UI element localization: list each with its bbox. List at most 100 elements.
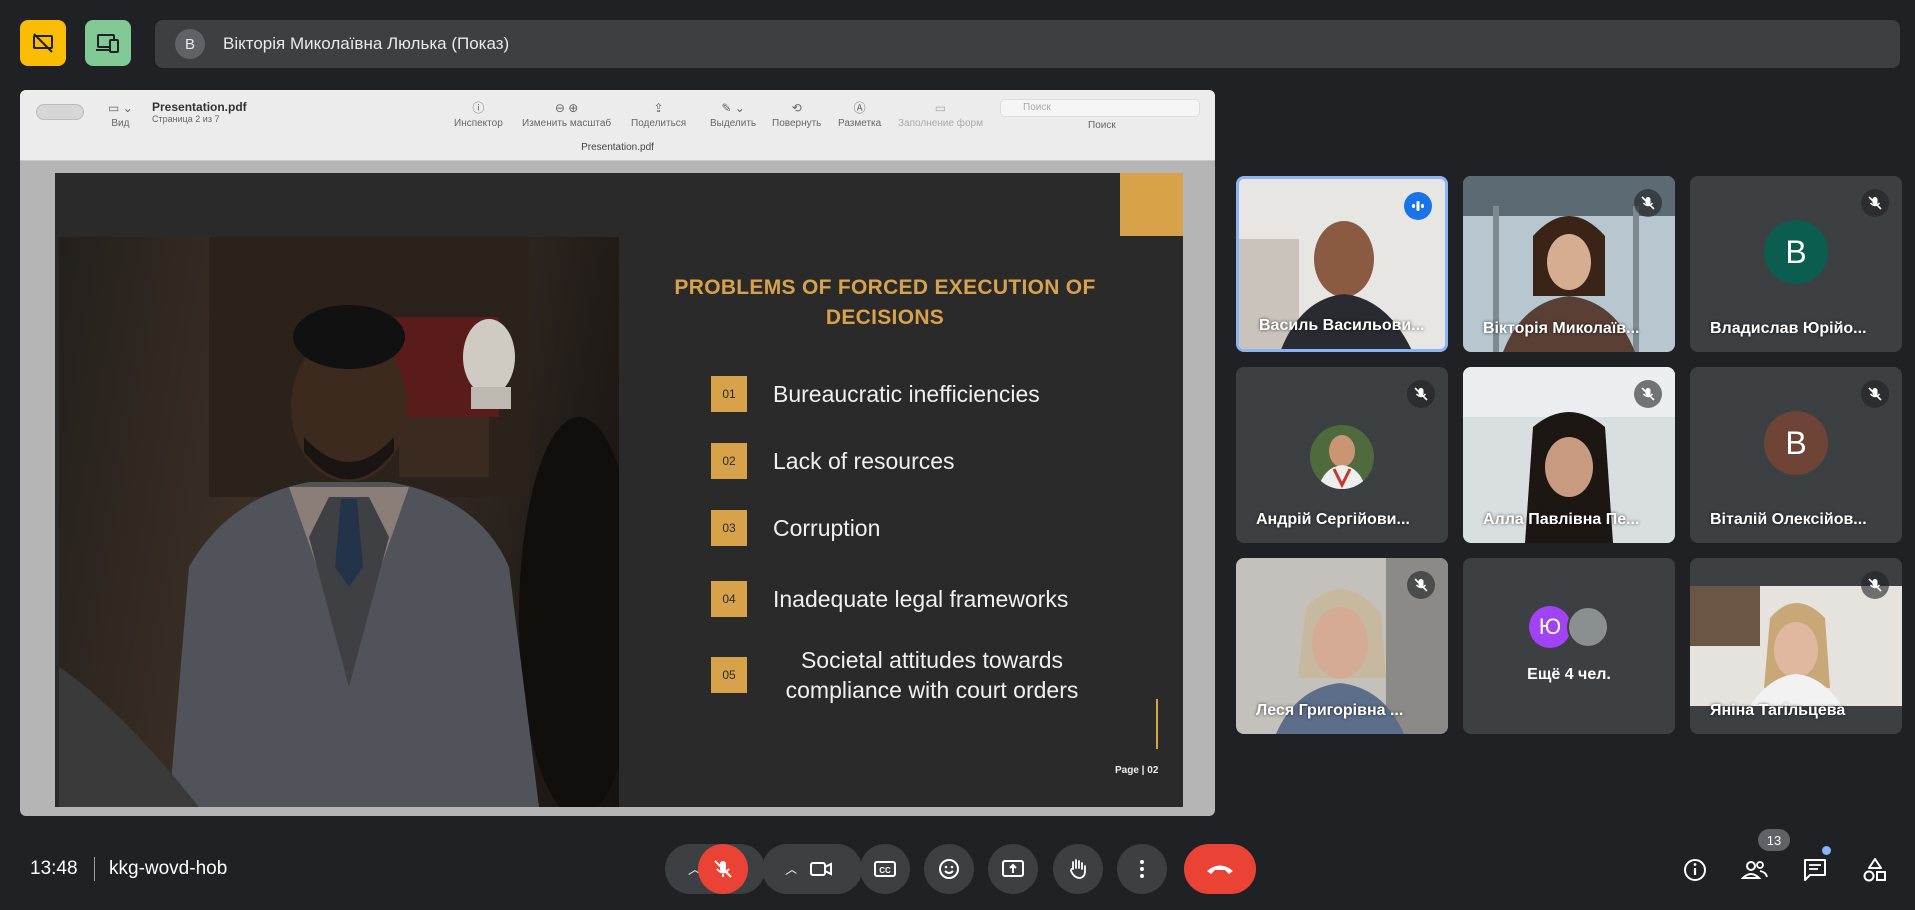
rotate-button[interactable]: ⟲ Повернуть xyxy=(772,98,821,129)
item-number: 02 xyxy=(711,443,747,479)
presenter-banner: В Вікторія Миколаївна Люлька (Показ) xyxy=(155,20,1900,68)
slide-heading: PROBLEMS OF FORCED EXECUTION OF DECISION… xyxy=(674,276,1096,329)
devices-icon xyxy=(96,34,119,53)
people-button[interactable] xyxy=(1740,855,1770,885)
hand-icon xyxy=(1070,859,1086,879)
info-icon: ⓘ xyxy=(472,101,485,115)
list-item: 05 Societal attitudes towards compliance… xyxy=(711,645,1097,705)
present-off-icon xyxy=(33,33,53,53)
page-indicator: Страница 2 из 7 xyxy=(152,114,220,124)
svg-text:CC: CC xyxy=(879,866,891,875)
item-number: 05 xyxy=(711,657,747,693)
participant-tile[interactable]: Яніна Тагільцева xyxy=(1690,558,1902,734)
document-center-title: Presentation.pdf xyxy=(581,142,654,153)
chat-icon xyxy=(1804,859,1826,881)
participant-tile[interactable]: В Віталій Олексійов... xyxy=(1690,367,1902,543)
meeting-code: kkg-wovd-hob xyxy=(109,858,228,879)
participant-avatar xyxy=(1310,425,1374,489)
present-to-all-icon xyxy=(1002,860,1024,877)
new-message-dot xyxy=(1822,846,1831,855)
mic-off-indicator xyxy=(1861,380,1889,408)
participant-avatar: В xyxy=(1764,411,1828,475)
participant-tile[interactable]: Вікторія Миколаїв... xyxy=(1463,176,1675,352)
more-vert-icon xyxy=(1140,860,1144,878)
companion-mode-button[interactable] xyxy=(85,20,131,66)
item-text: Lack of resources xyxy=(773,448,955,474)
more-options-button[interactable] xyxy=(1117,844,1167,894)
call-end-icon xyxy=(1207,865,1233,874)
mic-off-indicator xyxy=(1861,189,1889,217)
document-title: Presentation.pdf xyxy=(152,100,247,114)
camera-toggle-button[interactable] xyxy=(796,844,846,894)
forms-button[interactable]: ▭ Заполнение форм xyxy=(898,98,983,129)
mic-off-icon xyxy=(1641,387,1655,401)
participant-name: Яніна Тагільцева xyxy=(1710,702,1846,719)
form-icon: ▭ xyxy=(934,101,947,115)
item-text: Societal attitudes towards compliance wi… xyxy=(785,647,1079,703)
mic-off-indicator xyxy=(1407,571,1435,599)
participant-tile[interactable]: Леся Григорівна ... xyxy=(1236,558,1448,734)
info-icon xyxy=(1684,859,1706,881)
pdf-toolbar: ▭ ⌄ Вид Presentation.pdf Страница 2 из 7… xyxy=(20,90,1215,161)
mic-off-icon xyxy=(1868,196,1882,210)
mic-off-indicator xyxy=(1634,380,1662,408)
captions-button[interactable]: CC xyxy=(860,844,910,894)
camera-icon xyxy=(810,862,832,876)
participant-tile[interactable]: Андрій Сергійови... xyxy=(1236,367,1448,543)
slide-accent-block xyxy=(1120,173,1183,236)
raise-hand-button[interactable] xyxy=(1053,844,1103,894)
participant-tile[interactable]: В Владислав Юрійо... xyxy=(1690,176,1902,352)
list-item: 02 Lack of resources xyxy=(711,443,955,479)
closed-captions-icon: CC xyxy=(874,861,896,877)
search-label: Поиск xyxy=(1088,120,1116,131)
participant-avatar: Ю xyxy=(1529,606,1571,648)
meeting-time: 13:48 xyxy=(30,858,78,879)
mic-off-icon xyxy=(1414,387,1428,401)
view-menu[interactable]: ▭ ⌄ Вид xyxy=(108,98,133,129)
markup-icon: Ⓐ xyxy=(853,101,866,115)
pdf-search-input[interactable]: Поиск xyxy=(1000,99,1200,117)
meeting-details-button[interactable] xyxy=(1680,855,1710,885)
more-participants-tile[interactable]: Ю Ещё 4 чел. xyxy=(1463,558,1675,734)
divider xyxy=(94,857,95,881)
pen-icon: ✎ ⌄ xyxy=(721,101,745,115)
chat-button[interactable] xyxy=(1800,855,1830,885)
emoji-icon xyxy=(939,859,959,879)
man-in-suit-image xyxy=(59,237,619,807)
microphone-toggle-button[interactable] xyxy=(698,844,748,894)
zoom-icon: ⊖ ⊕ xyxy=(554,101,579,115)
slide-photo xyxy=(59,237,619,807)
markup-button[interactable]: Ⓐ Разметка xyxy=(838,98,881,129)
participant-tile[interactable]: Василь Васильови... xyxy=(1236,176,1448,352)
sidebar-toggle[interactable] xyxy=(36,104,84,120)
participant-avatar: В xyxy=(1764,220,1828,284)
zoom-button[interactable]: ⊖ ⊕ Изменить масштаб xyxy=(522,98,611,129)
inspector-button[interactable]: ⓘ Инспектор xyxy=(454,98,503,129)
stop-presenting-button[interactable] xyxy=(20,20,66,66)
speaking-indicator xyxy=(1404,192,1432,220)
mic-off-indicator xyxy=(1634,189,1662,217)
participant-name: Василь Васильови... xyxy=(1259,317,1425,334)
item-number: 04 xyxy=(711,581,747,617)
leave-call-button[interactable] xyxy=(1184,844,1256,894)
mic-off-indicator xyxy=(1861,571,1889,599)
item-text: Bureaucratic inefficiencies xyxy=(773,381,1040,407)
presentation-slide: PROBLEMS OF FORCED EXECUTION OF DECISION… xyxy=(55,173,1183,807)
people-icon xyxy=(1741,861,1768,879)
slide-divider xyxy=(1156,699,1158,749)
sidebar-icon: ▭ ⌄ xyxy=(108,101,133,115)
participant-tile[interactable]: Алла Павлівна Пе... xyxy=(1463,367,1675,543)
mic-off-icon xyxy=(1641,196,1655,210)
share-icon: ⇪ xyxy=(653,101,664,115)
reactions-button[interactable] xyxy=(924,844,974,894)
share-button[interactable]: ⇪ Поделиться xyxy=(631,98,686,129)
presenter-name: Вікторія Миколаївна Люлька (Показ) xyxy=(223,34,510,53)
audio-wave-icon xyxy=(1412,201,1424,211)
activities-button[interactable] xyxy=(1860,855,1890,885)
shared-screen: ▭ ⌄ Вид Presentation.pdf Страница 2 из 7… xyxy=(20,90,1215,816)
more-participants-label: Ещё 4 чел. xyxy=(1527,666,1611,683)
highlight-button[interactable]: ✎ ⌄ Выделить xyxy=(710,98,756,129)
participant-name: Алла Павлівна Пе... xyxy=(1483,511,1640,528)
present-screen-button[interactable] xyxy=(988,844,1038,894)
participant-name: Владислав Юрійо... xyxy=(1710,320,1867,337)
